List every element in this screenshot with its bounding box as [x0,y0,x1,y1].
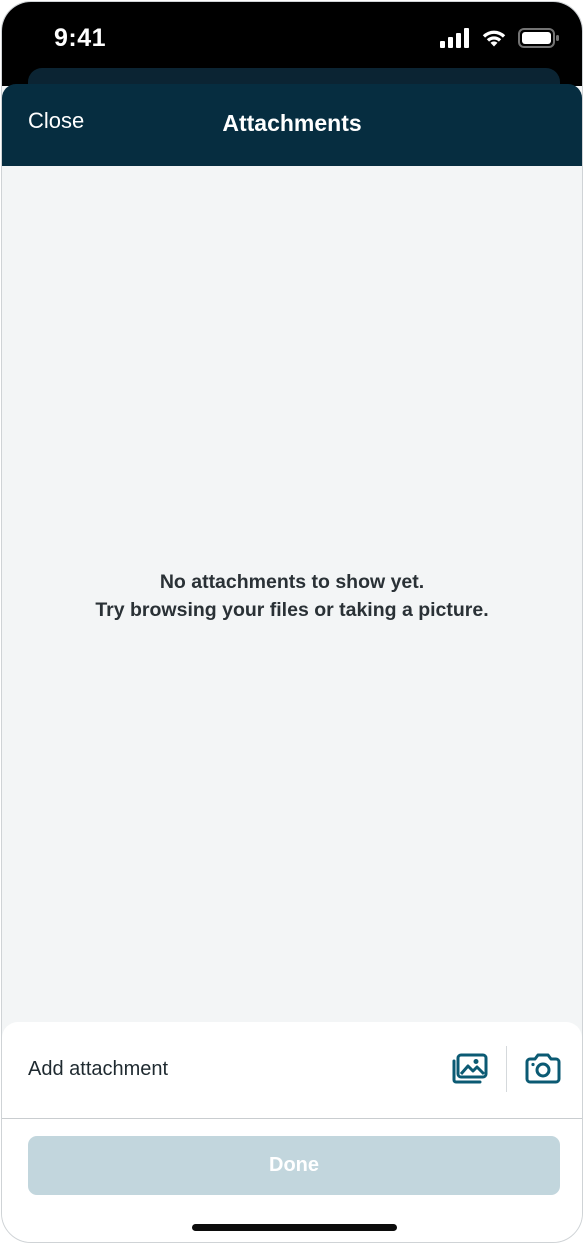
icon-divider [506,1046,507,1092]
page-title: Attachments [222,110,362,136]
empty-state-message: No attachments to show yet. Try browsing… [2,568,582,624]
wifi-icon [480,28,508,53]
empty-state-line-2: Try browsing your files or taking a pict… [95,599,489,621]
home-indicator [192,1224,397,1231]
camera-icon [524,1053,562,1089]
phone-screen: 9:41 Close Attachments No attachments to… [1,1,583,1243]
bottom-panel: Add attachment Done [2,1022,582,1242]
add-attachment-label: Add attachment [28,1058,169,1080]
photo-gallery-icon [450,1053,490,1089]
status-time: 9:41 [54,24,107,52]
status-icons [440,28,560,53]
attachments-list-area: No attachments to show yet. Try browsing… [2,166,582,1022]
cellular-signal-icon [440,28,470,53]
photo-gallery-button[interactable] [448,1052,492,1088]
navigation-bar: Close Attachments [2,84,582,166]
add-attachment-row: Add attachment [2,1022,582,1119]
done-button[interactable]: Done [28,1136,560,1195]
empty-state-line-1: No attachments to show yet. [159,571,425,593]
camera-button[interactable] [522,1052,564,1088]
battery-icon [518,28,560,53]
